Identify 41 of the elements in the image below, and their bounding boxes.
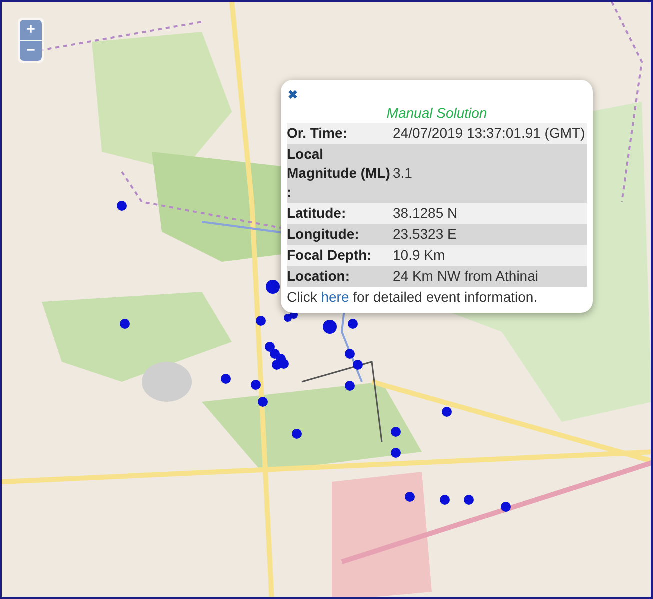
event-marker[interactable] bbox=[440, 495, 450, 505]
zoom-out-button[interactable]: − bbox=[20, 41, 42, 61]
field-value: 23.5323 E bbox=[393, 225, 458, 244]
event-marker[interactable] bbox=[405, 492, 415, 502]
zoom-in-button[interactable]: + bbox=[20, 20, 42, 40]
field-label: Latitude: bbox=[287, 204, 348, 223]
event-marker[interactable] bbox=[120, 319, 130, 329]
event-marker[interactable] bbox=[391, 448, 401, 458]
event-marker[interactable] bbox=[256, 316, 266, 326]
field-value: 10.9 Km bbox=[393, 246, 446, 265]
field-value: 24/07/2019 13:37:01.91 (GMT) bbox=[393, 124, 586, 143]
details-sentence: Click here for detailed event information. bbox=[287, 288, 539, 307]
event-marker[interactable] bbox=[279, 359, 289, 369]
field-label: Or. Time: bbox=[287, 124, 348, 143]
event-marker[interactable] bbox=[348, 319, 358, 329]
close-button[interactable]: ✖ bbox=[288, 88, 298, 102]
event-marker[interactable] bbox=[345, 381, 355, 391]
field-value: 38.1285 N bbox=[393, 204, 459, 223]
field-value: 24 Km NW from Athinai bbox=[393, 267, 540, 286]
field-label: Local Magnitude (ML) : bbox=[287, 145, 392, 202]
event-marker[interactable] bbox=[266, 280, 280, 294]
field-value: 3.1 bbox=[393, 164, 414, 183]
field-label: Location: bbox=[287, 267, 351, 286]
event-marker[interactable] bbox=[292, 429, 302, 439]
event-marker[interactable] bbox=[442, 407, 452, 417]
event-marker[interactable] bbox=[117, 201, 127, 211]
event-marker[interactable] bbox=[251, 380, 261, 390]
event-marker[interactable] bbox=[464, 495, 474, 505]
popup-title: Manual Solution bbox=[386, 105, 488, 121]
event-marker[interactable] bbox=[345, 349, 355, 359]
event-marker[interactable] bbox=[501, 502, 511, 512]
event-marker[interactable] bbox=[323, 320, 337, 334]
details-link[interactable]: here bbox=[321, 289, 350, 305]
field-label: Focal Depth: bbox=[287, 246, 373, 265]
field-label: Longitude: bbox=[287, 225, 360, 244]
event-marker[interactable] bbox=[258, 397, 268, 407]
event-marker[interactable] bbox=[221, 374, 231, 384]
event-marker[interactable] bbox=[284, 314, 292, 322]
event-marker[interactable] bbox=[353, 360, 363, 370]
event-marker[interactable] bbox=[391, 427, 401, 437]
event-marker[interactable] bbox=[265, 342, 275, 352]
